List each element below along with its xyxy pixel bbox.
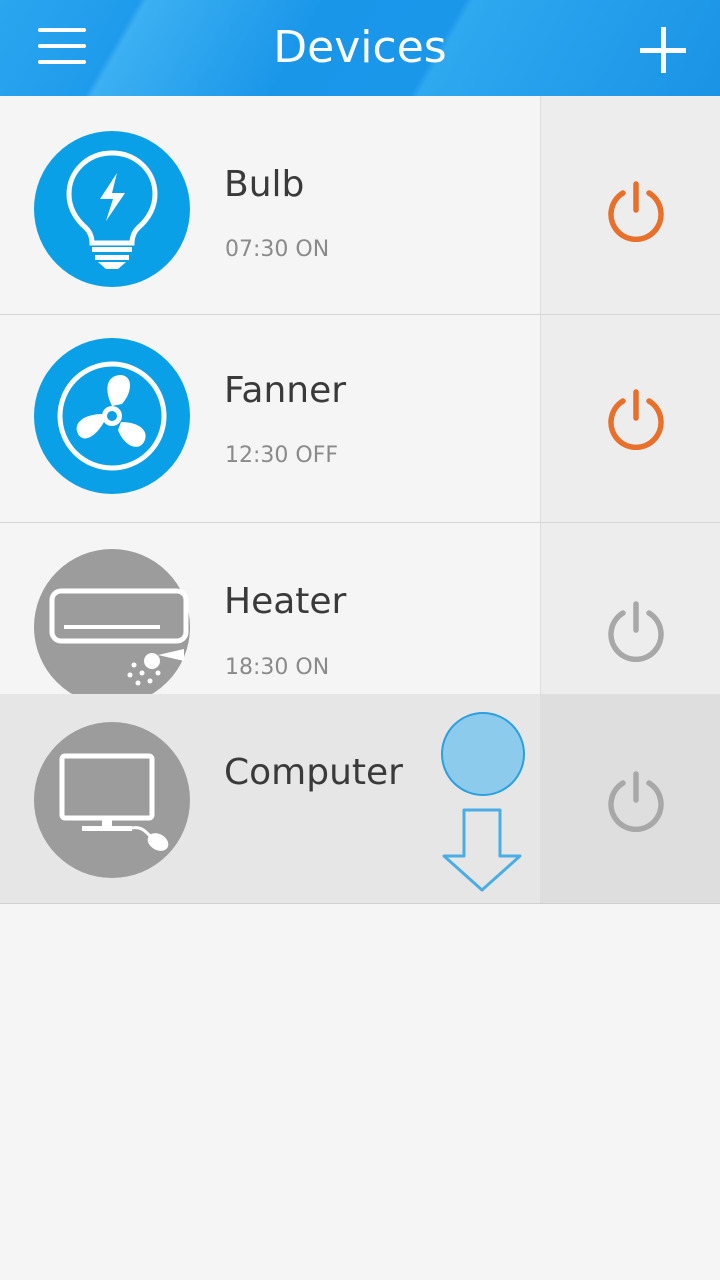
touch-indicator: [441, 712, 525, 796]
bulb-icon: [34, 131, 190, 287]
device-info[interactable]: Heater 18:30 ON: [0, 523, 540, 694]
app-header: Devices: [0, 0, 720, 96]
device-row-bulb[interactable]: Bulb 07:30 ON: [0, 96, 720, 315]
power-cell[interactable]: [540, 523, 720, 694]
row-divider: [0, 903, 720, 904]
arrow-down-icon: [442, 808, 522, 892]
device-name: Heater: [224, 581, 347, 622]
power-cell[interactable]: [540, 315, 720, 523]
power-cell[interactable]: [540, 694, 720, 904]
device-row-computer[interactable]: Computer: [0, 694, 720, 904]
device-schedule: 07:30 ON: [225, 237, 330, 262]
device-schedule: 12:30 OFF: [225, 443, 339, 468]
power-icon[interactable]: [605, 600, 667, 662]
power-cell[interactable]: [540, 96, 720, 315]
air-conditioner-icon: [34, 549, 190, 694]
power-icon[interactable]: [605, 180, 667, 242]
device-name: Bulb: [224, 164, 305, 205]
power-icon[interactable]: [605, 388, 667, 450]
device-schedule: 18:30 ON: [225, 655, 330, 680]
power-icon[interactable]: [605, 770, 667, 832]
add-device-button[interactable]: [636, 24, 692, 80]
computer-icon: [34, 722, 190, 878]
device-name: Fanner: [224, 370, 347, 411]
device-row-heater[interactable]: Heater 18:30 ON: [0, 523, 720, 694]
device-info[interactable]: Fanner 12:30 OFF: [0, 315, 540, 523]
device-name: Computer: [224, 752, 403, 793]
fan-icon: [34, 338, 190, 494]
device-row-fanner[interactable]: Fanner 12:30 OFF: [0, 315, 720, 523]
device-info[interactable]: Bulb 07:30 ON: [0, 96, 540, 315]
page-title: Devices: [273, 22, 447, 73]
